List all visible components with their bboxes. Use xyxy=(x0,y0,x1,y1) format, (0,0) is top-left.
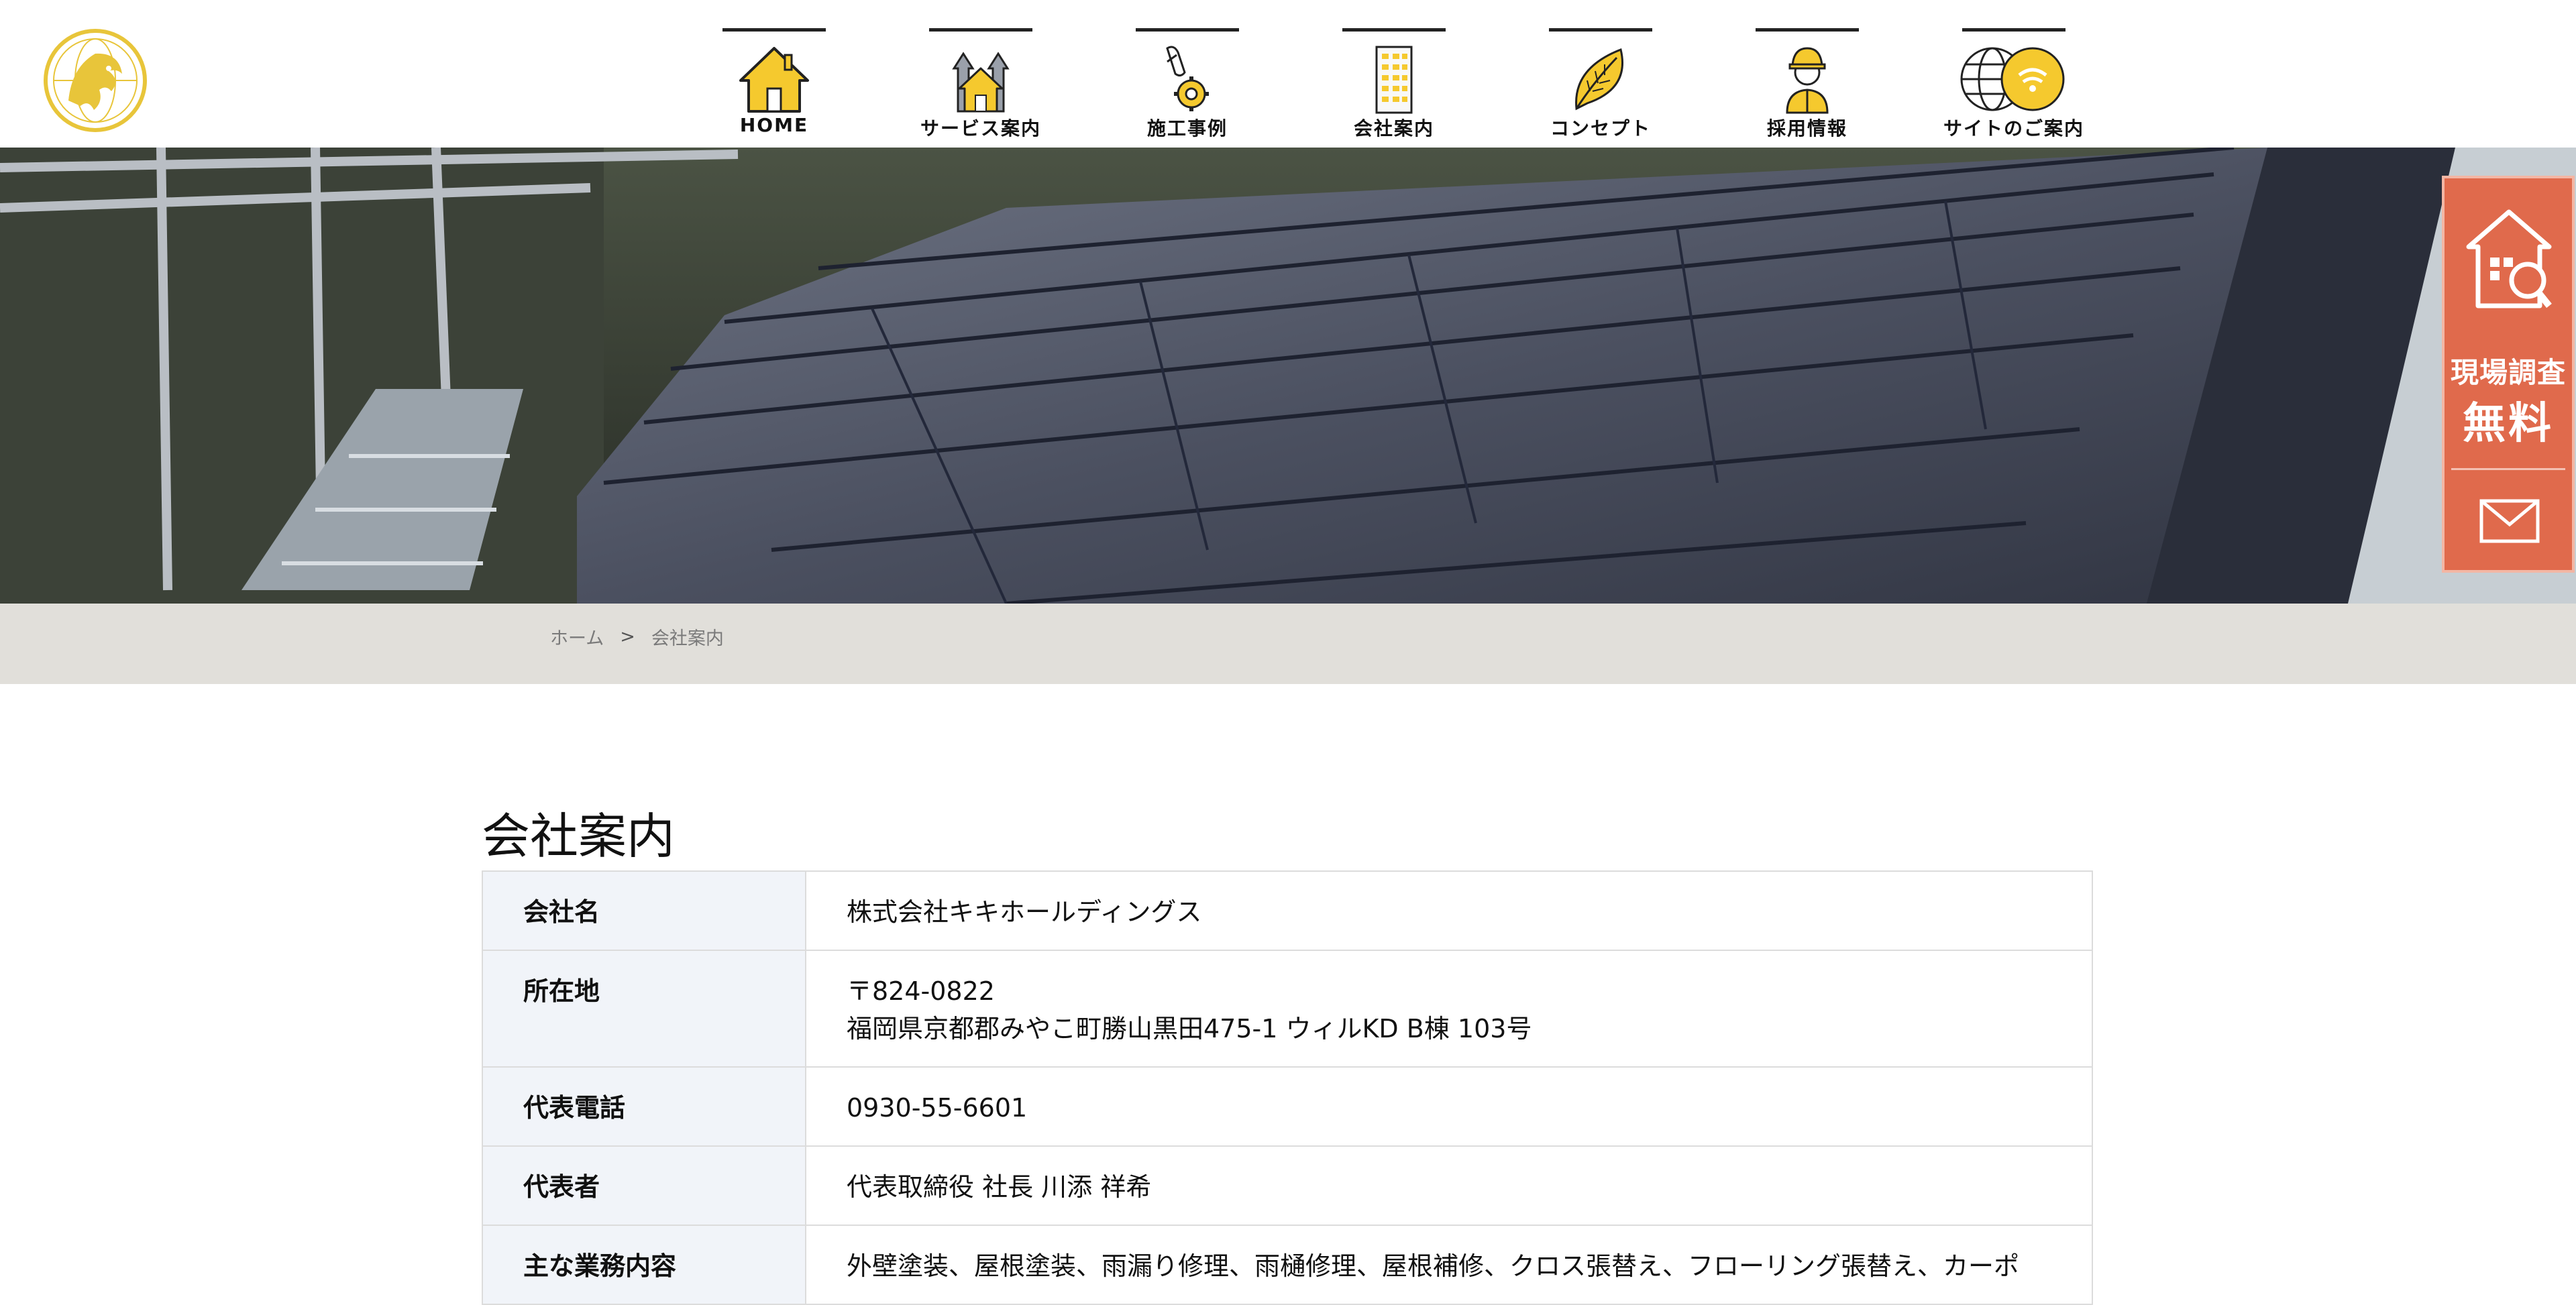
nav-service[interactable]: サービス案内 xyxy=(877,0,1084,148)
table-row: 主な業務内容 外壁塗装、屋根塗装、雨漏り修理、雨樋修理、屋根補修、クロス張替え、… xyxy=(482,1225,2093,1305)
building-icon xyxy=(1354,42,1434,115)
nav-company[interactable]: 会社案内 xyxy=(1291,0,1497,148)
phone-value: 0930-55-6601 xyxy=(847,1093,1028,1123)
nav-company-label: 会社案内 xyxy=(1353,117,1434,139)
company-name-value: 株式会社キキホールディングス xyxy=(847,897,1202,927)
page-title: 会社案内 xyxy=(482,808,676,864)
nav-home[interactable]: HOME xyxy=(671,0,877,148)
survey-label: 現場調査 xyxy=(2450,356,2566,389)
nav-service-label: サービス案内 xyxy=(920,117,1041,139)
hero-image xyxy=(0,148,2576,604)
row-value: 〒824-0822 福岡県京都郡みやこ町勝山黒田475-1 ウィルKD B棟 1… xyxy=(805,950,2093,1068)
main-nav: HOME サービス案内 施工事例 会社案内 コンセプト 採用情報 サイトのご案内 xyxy=(671,0,2117,148)
breadcrumb-home-link[interactable]: ホーム xyxy=(550,624,604,650)
nav-divider xyxy=(722,28,826,32)
nav-divider xyxy=(1342,28,1446,32)
row-value: 株式会社キキホールディングス xyxy=(805,870,2093,951)
site-header: HOME サービス案内 施工事例 会社案内 コンセプト 採用情報 サイトのご案内 xyxy=(0,0,2576,148)
logo-icon[interactable] xyxy=(42,27,149,134)
postal-code-value: 〒824-0822 xyxy=(847,976,995,1006)
nav-divider xyxy=(929,28,1032,32)
row-label: 代表電話 xyxy=(482,1066,806,1147)
house-magnifier-icon xyxy=(2462,205,2556,329)
house-icon xyxy=(734,42,814,115)
row-label: 会社名 xyxy=(482,870,806,951)
breadcrumb: ホーム > 会社案内 xyxy=(550,624,724,650)
free-survey-button[interactable]: 現場調査 無料 xyxy=(2445,178,2572,460)
service-house-icon xyxy=(941,42,1021,115)
globe-wifi-icon xyxy=(1957,42,2072,115)
business-value: 外壁塗装、屋根塗装、雨漏り修理、雨樋修理、屋根補修、クロス張替え、フローリング張… xyxy=(847,1251,2020,1281)
row-value: 代表取締役 社長 川添 祥希 xyxy=(805,1145,2093,1226)
nav-divider xyxy=(1756,28,1859,32)
nav-recruit[interactable]: 採用情報 xyxy=(1704,0,1911,148)
contact-mail-button[interactable] xyxy=(2445,473,2572,570)
breadcrumb-bar xyxy=(0,604,2576,684)
breadcrumb-current: 会社案内 xyxy=(651,628,724,649)
row-value: 外壁塗装、屋根塗装、雨漏り修理、雨樋修理、屋根補修、クロス張替え、フローリング張… xyxy=(805,1225,2093,1305)
nav-works-label: 施工事例 xyxy=(1146,117,1228,139)
cta-divider xyxy=(2451,468,2565,470)
nav-site-guide-label: サイトのご案内 xyxy=(1943,117,2084,139)
nav-divider xyxy=(1136,28,1239,32)
representative-value: 代表取締役 社長 川添 祥希 xyxy=(847,1172,1152,1202)
leaf-icon xyxy=(1560,42,1641,115)
worker-icon xyxy=(1767,42,1847,115)
table-row: 所在地 〒824-0822 福岡県京都郡みやこ町勝山黒田475-1 ウィルKD … xyxy=(482,950,2093,1068)
nav-divider xyxy=(1549,28,1652,32)
free-label: 無料 xyxy=(2463,399,2554,449)
nav-works[interactable]: 施工事例 xyxy=(1084,0,1291,148)
nav-divider xyxy=(1962,28,2065,32)
nav-recruit-label: 採用情報 xyxy=(1766,117,1847,139)
breadcrumb-separator: > xyxy=(620,626,635,647)
row-label: 所在地 xyxy=(482,950,806,1068)
hand-gear-icon xyxy=(1147,42,1228,115)
nav-site-guide[interactable]: サイトのご案内 xyxy=(1911,0,2117,148)
nav-home-label: HOME xyxy=(739,114,809,136)
table-row: 代表者 代表取締役 社長 川添 祥希 xyxy=(482,1145,2093,1226)
side-cta: 現場調査 無料 xyxy=(2442,176,2575,573)
row-value: 0930-55-6601 xyxy=(805,1066,2093,1147)
nav-concept-label: コンセプト xyxy=(1550,117,1651,139)
table-row: 代表電話 0930-55-6601 xyxy=(482,1066,2093,1147)
address-value: 福岡県京都郡みやこ町勝山黒田475-1 ウィルKD B棟 103号 xyxy=(847,1014,1532,1043)
nav-concept[interactable]: コンセプト xyxy=(1497,0,1704,148)
envelope-icon xyxy=(2479,499,2540,546)
table-row: 会社名 株式会社キキホールディングス xyxy=(482,870,2093,951)
row-label: 代表者 xyxy=(482,1145,806,1226)
row-label: 主な業務内容 xyxy=(482,1225,806,1305)
company-info-table: 会社名 株式会社キキホールディングス 所在地 〒824-0822 福岡県京都郡み… xyxy=(482,870,2093,1305)
